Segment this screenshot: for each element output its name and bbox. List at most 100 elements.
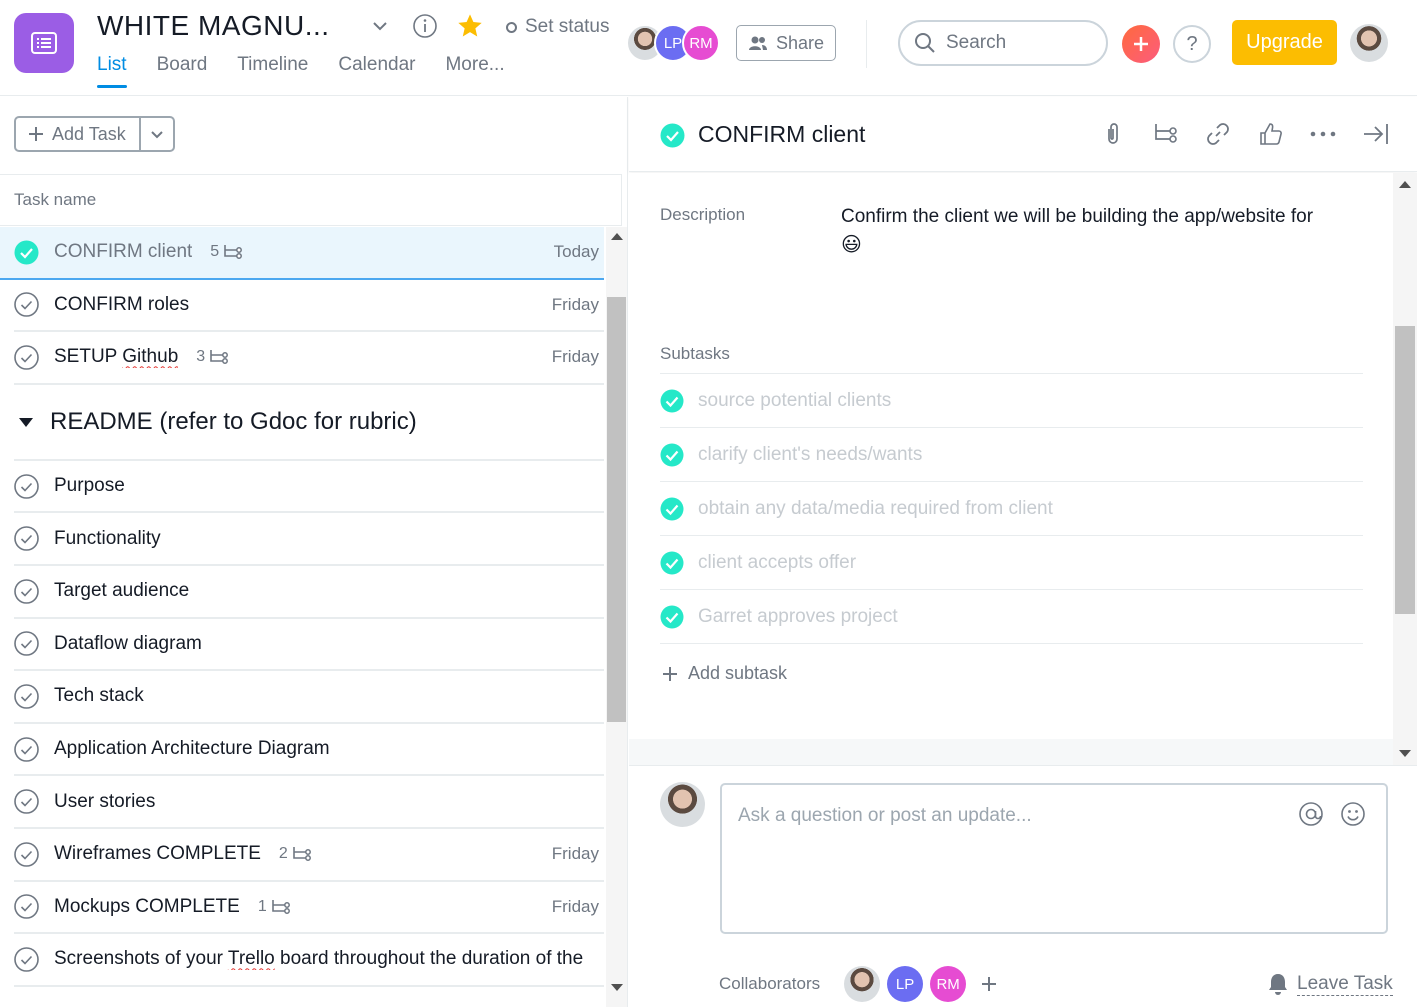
task-row[interactable]: Dataflow diagram <box>14 619 604 672</box>
task-title[interactable]: CONFIRM client <box>698 121 865 148</box>
check-complete-icon[interactable] <box>660 123 685 148</box>
task-name[interactable]: Mockups COMPLETE <box>54 896 240 918</box>
check-circle-icon[interactable] <box>14 789 39 814</box>
more-actions-button[interactable] <box>1297 119 1350 149</box>
copy-link-button[interactable] <box>1192 119 1245 149</box>
check-circle-icon[interactable] <box>14 473 39 499</box>
task-name[interactable]: SETUP Github <box>54 346 178 368</box>
check-circle-icon[interactable] <box>14 345 39 370</box>
scrollbar-thumb[interactable] <box>1395 326 1415 614</box>
scroll-up-arrow-icon[interactable] <box>1399 181 1411 188</box>
check-complete-icon[interactable] <box>660 551 684 575</box>
task-name[interactable]: Screenshots of your Trello board through… <box>54 948 583 970</box>
avatar[interactable] <box>844 966 881 1002</box>
attach-button[interactable] <box>1087 119 1140 149</box>
task-row[interactable]: SETUP Github 3 Friday <box>14 332 604 385</box>
check-circle-icon[interactable] <box>14 631 39 657</box>
info-icon[interactable] <box>412 13 438 39</box>
share-button[interactable]: Share <box>736 25 836 61</box>
subtask-name[interactable]: source potential clients <box>698 390 891 412</box>
due-date[interactable]: Friday <box>552 844 599 864</box>
due-date[interactable]: Friday <box>552 347 599 367</box>
subtask-name[interactable]: clarify client's needs/wants <box>698 444 922 466</box>
task-row[interactable]: Mockups COMPLETE 1 Friday <box>14 882 604 935</box>
check-circle-icon[interactable] <box>14 292 39 318</box>
check-complete-icon[interactable] <box>14 240 39 265</box>
due-date[interactable]: Today <box>554 242 599 262</box>
leave-task-button[interactable]: Leave Task <box>1267 972 1393 996</box>
tab-list[interactable]: List <box>97 54 127 88</box>
comment-input[interactable]: Ask a question or post an update... <box>720 783 1388 934</box>
task-name[interactable]: Application Architecture Diagram <box>54 738 330 760</box>
tab-board[interactable]: Board <box>157 54 208 86</box>
project-title[interactable]: WHITE MAGNU... <box>97 10 330 42</box>
check-complete-icon[interactable] <box>660 389 684 413</box>
subtask-item[interactable]: obtain any data/media required from clie… <box>660 482 1363 536</box>
subtask-item[interactable]: Garret approves project <box>660 590 1363 644</box>
add-subtask-toolbar-button[interactable] <box>1140 119 1193 149</box>
task-name[interactable]: Dataflow diagram <box>54 633 202 655</box>
task-row[interactable]: CONFIRM roles Friday <box>14 280 604 333</box>
due-date[interactable]: Friday <box>552 295 599 315</box>
check-complete-icon[interactable] <box>660 497 684 521</box>
avatar[interactable]: RM <box>930 966 967 1002</box>
task-row[interactable]: User stories <box>14 776 604 829</box>
task-row[interactable]: Purpose <box>14 461 604 514</box>
section-header[interactable]: README (refer to Gdoc for rubric) <box>14 385 604 461</box>
set-status-button[interactable]: Set status <box>506 16 610 38</box>
scroll-up-arrow-icon[interactable] <box>611 233 623 240</box>
task-name[interactable]: Functionality <box>54 528 161 550</box>
task-name[interactable]: Purpose <box>54 475 125 497</box>
task-name[interactable]: Target audience <box>54 580 189 602</box>
search-input[interactable]: Search <box>898 20 1108 66</box>
task-row[interactable]: Screenshots of your Trello board through… <box>14 934 604 987</box>
task-row[interactable]: Target audience <box>14 566 604 619</box>
task-name[interactable]: Wireframes COMPLETE <box>54 843 261 865</box>
subtask-item[interactable]: source potential clients <box>660 374 1363 428</box>
task-row[interactable]: Functionality <box>14 513 604 566</box>
user-avatar[interactable] <box>1350 24 1388 62</box>
check-circle-icon[interactable] <box>14 578 39 604</box>
description-field[interactable]: Confirm the client we will be building t… <box>841 203 1361 260</box>
tab-timeline[interactable]: Timeline <box>237 54 308 86</box>
task-name[interactable]: User stories <box>54 791 155 813</box>
check-complete-icon[interactable] <box>660 605 684 629</box>
mention-icon[interactable] <box>1298 801 1324 827</box>
check-circle-icon[interactable] <box>14 684 39 709</box>
tab-calendar[interactable]: Calendar <box>338 54 415 86</box>
like-button[interactable] <box>1245 119 1298 149</box>
scrollbar-thumb[interactable] <box>607 297 626 722</box>
subtask-name[interactable]: obtain any data/media required from clie… <box>698 498 1053 520</box>
due-date[interactable]: Friday <box>552 897 599 917</box>
task-list-scrollbar[interactable] <box>606 227 627 1007</box>
task-name[interactable]: CONFIRM roles <box>54 294 189 316</box>
check-circle-icon[interactable] <box>14 894 39 920</box>
check-circle-icon[interactable] <box>14 947 39 972</box>
check-complete-icon[interactable] <box>660 443 684 467</box>
project-members[interactable]: LP RM <box>626 24 720 62</box>
task-detail-scrollbar[interactable] <box>1393 173 1417 765</box>
caret-down-icon[interactable] <box>18 416 34 428</box>
task-name[interactable]: CONFIRM client <box>54 241 192 263</box>
subtask-name[interactable]: client accepts offer <box>698 552 856 574</box>
quick-add-button[interactable] <box>1122 25 1160 63</box>
check-circle-icon[interactable] <box>14 526 39 551</box>
scroll-down-arrow-icon[interactable] <box>611 984 623 991</box>
subtask-name[interactable]: Garret approves project <box>698 606 898 628</box>
star-icon[interactable] <box>456 12 484 40</box>
project-icon[interactable] <box>14 13 74 73</box>
task-row[interactable]: Wireframes COMPLETE 2 Friday <box>14 829 604 882</box>
scroll-down-arrow-icon[interactable] <box>1399 750 1411 757</box>
subtask-item[interactable]: client accepts offer <box>660 536 1363 590</box>
task-row[interactable]: Tech stack <box>14 671 604 724</box>
chevron-down-icon[interactable] <box>370 16 390 36</box>
avatar[interactable]: LP <box>887 966 924 1002</box>
add-subtask-button[interactable]: Add subtask <box>662 663 787 684</box>
check-circle-icon[interactable] <box>14 736 39 762</box>
upgrade-button[interactable]: Upgrade <box>1232 20 1337 65</box>
help-button[interactable]: ? <box>1173 25 1211 63</box>
emoji-icon[interactable] <box>1340 801 1366 827</box>
check-circle-icon[interactable] <box>14 841 39 867</box>
add-collaborator-icon[interactable] <box>979 974 999 994</box>
section-title[interactable]: README (refer to Gdoc for rubric) <box>50 408 417 436</box>
